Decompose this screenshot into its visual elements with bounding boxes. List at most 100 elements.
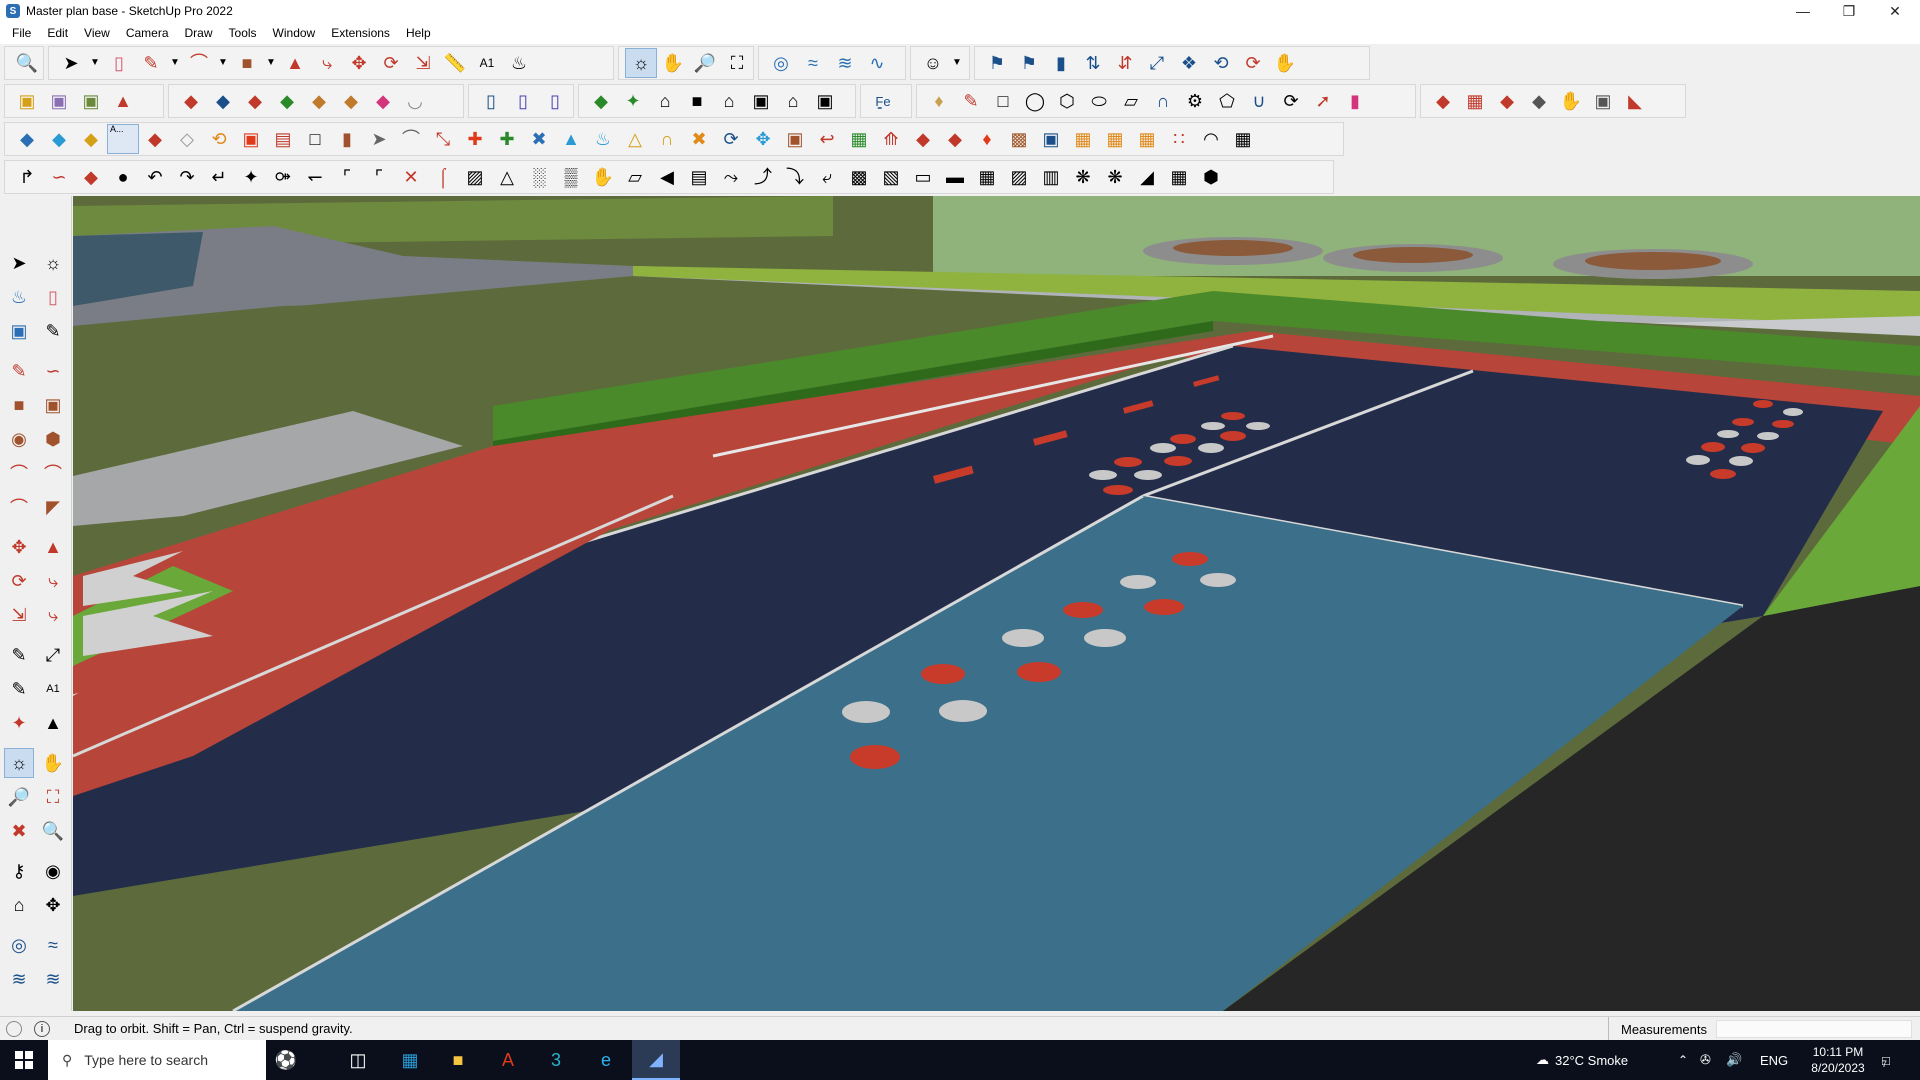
calculator-button[interactable]: ▦ — [386, 1040, 434, 1080]
lt-follow-me-button[interactable]: ⤷ — [38, 566, 68, 596]
plane-gray-button[interactable]: ◆ — [139, 124, 171, 154]
curve-21-button[interactable]: ◀ — [651, 162, 683, 192]
lt-line-button[interactable]: ✎ — [4, 356, 34, 386]
lt-offset-button[interactable]: ⤷ — [38, 600, 68, 630]
shape-parallelogram-button[interactable]: ▱ — [1115, 86, 1147, 116]
curve-30-button[interactable]: ▬ — [939, 162, 971, 192]
ext-6-button[interactable]: ◆ — [335, 86, 367, 116]
tool-hook-button[interactable]: ∩ — [651, 124, 683, 154]
shape-3-button[interactable]: ▯ — [539, 86, 571, 116]
curve-12-button[interactable]: ⌜ — [363, 162, 395, 192]
menu-help[interactable]: Help — [398, 26, 439, 40]
curve-24-button[interactable]: ⤴ — [747, 162, 779, 192]
lt-section-plane-button[interactable]: ✥ — [38, 890, 68, 920]
user-dropdown[interactable]: ▼ — [949, 48, 965, 78]
pencil-red-button[interactable]: ✎ — [955, 86, 987, 116]
text-button[interactable]: A1 — [471, 48, 503, 78]
component-button[interactable]: ▣ — [11, 86, 43, 116]
tool-red-2-button[interactable]: ◆ — [907, 124, 939, 154]
arc-dropdown[interactable]: ▼ — [215, 48, 231, 78]
curve-31-button[interactable]: ▦ — [971, 162, 1003, 192]
section-plane-button[interactable]: ⚑ — [981, 48, 1013, 78]
sandbox-scratch-button[interactable]: ≈ — [797, 48, 829, 78]
curve-23-button[interactable]: ⤳ — [715, 162, 747, 192]
curve-27-button[interactable]: ▩ — [843, 162, 875, 192]
measurements-input[interactable] — [1716, 1020, 1912, 1038]
curve-36-button[interactable]: ◢ — [1131, 162, 1163, 192]
lt-section-cut-2-button[interactable]: ≋ — [38, 964, 68, 994]
curve-1-button[interactable]: ↱ — [11, 162, 43, 192]
lt-section-cut-button[interactable]: ≈ — [38, 930, 68, 960]
paint-bucket-button[interactable]: ♨ — [503, 48, 535, 78]
material-button[interactable]: ▣ — [43, 86, 75, 116]
tool-triangle-button[interactable]: △ — [619, 124, 651, 154]
ext-2-button[interactable]: ◆ — [207, 86, 239, 116]
lt-orbit-button[interactable]: ☼ — [38, 248, 68, 278]
curve-8-button[interactable]: ✦ — [235, 162, 267, 192]
curve-25-button[interactable]: ⤵ — [779, 162, 811, 192]
restore-button[interactable]: ❐ — [1826, 0, 1872, 22]
lt-eraser-button[interactable]: ▯ — [38, 282, 68, 312]
house-5-button[interactable]: ⌂ — [777, 86, 809, 116]
tool-curve-button[interactable]: ∷ — [1163, 124, 1195, 154]
line-dropdown[interactable]: ▼ — [167, 48, 183, 78]
menu-file[interactable]: File — [4, 26, 39, 40]
model-viewport[interactable] — [73, 196, 1920, 1011]
lt-scale-button[interactable]: ⇲ — [4, 600, 34, 630]
paint-7-button[interactable]: ◣ — [1619, 86, 1651, 116]
style-button[interactable]: ▣ — [75, 86, 107, 116]
tool-fire-button[interactable]: ♨ — [587, 124, 619, 154]
move-button[interactable]: ✥ — [343, 48, 375, 78]
house-1-button[interactable]: ⌂ — [649, 86, 681, 116]
curve-38-button[interactable]: ⬢ — [1195, 162, 1227, 192]
ruler-button[interactable]: ➚ — [1307, 86, 1339, 116]
zoom-extents-button[interactable]: 🔍 — [11, 48, 43, 78]
eraser-pink-button[interactable]: ▮ — [1339, 86, 1371, 116]
curve-26-button[interactable]: ⤶ — [811, 162, 843, 192]
task-view-button[interactable]: ◫ — [334, 1040, 382, 1080]
tag-button[interactable]: ♦ — [923, 86, 955, 116]
network-button[interactable]: ✇ — [1700, 1040, 1711, 1080]
tool-plus-button[interactable]: ✚ — [459, 124, 491, 154]
curve-7-button[interactable]: ↵ — [203, 162, 235, 192]
tool-move-button[interactable]: ✥ — [747, 124, 779, 154]
lt-pie-button[interactable]: ◤ — [38, 492, 68, 522]
shape-hex-button[interactable]: ⬡ — [1051, 86, 1083, 116]
shape-polygon-button[interactable]: ⬠ — [1211, 86, 1243, 116]
rectangle-button[interactable]: ■ — [231, 48, 263, 78]
tool-grid-button[interactable]: ▣ — [235, 124, 267, 154]
tool-dots-button[interactable]: ▦ — [1131, 124, 1163, 154]
shape-curve-button[interactable]: ∪ — [1243, 86, 1275, 116]
3ds-max-button[interactable]: 3 — [532, 1040, 580, 1080]
paint-5-button[interactable]: ✋ — [1555, 86, 1587, 116]
redo-button[interactable]: ⟳ — [1237, 48, 1269, 78]
curve-33-button[interactable]: ▥ — [1035, 162, 1067, 192]
warehouse-button[interactable]: ✋ — [1269, 48, 1301, 78]
show-hidden-icons-button[interactable]: ⌃ — [1678, 1040, 1688, 1080]
lt-text-button[interactable]: A1 — [38, 674, 68, 704]
menu-extensions[interactable]: Extensions — [323, 26, 398, 40]
lt-look-around-button[interactable]: ◉ — [38, 856, 68, 886]
shape-circle-button[interactable]: ◯ — [1019, 86, 1051, 116]
sandbox-contours-button[interactable]: ◎ — [765, 48, 797, 78]
widgets-button[interactable]: ⚽ — [262, 1040, 310, 1080]
close-button[interactable]: ✕ — [1872, 0, 1918, 22]
taskbar-search[interactable]: ⚲ Type here to search — [48, 1040, 266, 1080]
section-display-button[interactable]: ⚑ — [1013, 48, 1045, 78]
tool-red-button[interactable]: ⟲ — [203, 124, 235, 154]
tool-cap-button[interactable]: ➤ — [363, 124, 395, 154]
curve-19-button[interactable]: ✋ — [587, 162, 619, 192]
tape-measure-button[interactable]: 📏 — [439, 48, 471, 78]
start-button[interactable] — [0, 1040, 48, 1080]
rotate-button[interactable]: ⟳ — [375, 48, 407, 78]
lt-component-button[interactable]: ▣ — [4, 316, 34, 346]
house-4-button[interactable]: ▣ — [745, 86, 777, 116]
curve-6-button[interactable]: ↷ — [171, 162, 203, 192]
tool-box-button[interactable]: ▣ — [779, 124, 811, 154]
tool-split-button[interactable]: ⟰ — [875, 124, 907, 154]
clock[interactable]: 10:11 PM 8/20/2023 — [1800, 1044, 1876, 1076]
shape-2-button[interactable]: ▯ — [507, 86, 539, 116]
plane-blue-2-button[interactable]: ◆ — [43, 124, 75, 154]
curve-16-button[interactable]: △ — [491, 162, 523, 192]
lt-walk-button[interactable]: ⌂ — [4, 890, 34, 920]
